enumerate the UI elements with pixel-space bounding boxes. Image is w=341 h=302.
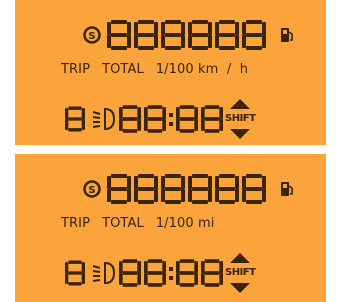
gear-digit bbox=[65, 105, 85, 133]
fuel-pump-icon bbox=[280, 181, 294, 197]
lcd-panel-metric: S TRIP TOTAL 1/100 km / h SHIFT bbox=[15, 0, 326, 145]
seven-seg-digit bbox=[215, 174, 239, 204]
headlight-icon bbox=[91, 105, 117, 133]
seven-seg-digit bbox=[144, 104, 166, 133]
gear-digit bbox=[65, 259, 85, 287]
seven-seg-digit bbox=[161, 174, 185, 204]
odometer-digits bbox=[107, 174, 266, 204]
seven-seg-digit bbox=[201, 258, 223, 287]
seven-seg-digit bbox=[107, 20, 131, 50]
labels-row: TRIP TOTAL 1/100 km / h bbox=[61, 62, 260, 77]
total-label: TOTAL bbox=[102, 216, 144, 231]
speed-s-icon: S bbox=[83, 180, 101, 198]
seven-seg-digit bbox=[242, 20, 266, 50]
speed-s-icon: S bbox=[83, 26, 101, 44]
seven-seg-digit bbox=[144, 258, 166, 287]
seven-seg-digit bbox=[134, 20, 158, 50]
clock-colon bbox=[168, 259, 174, 287]
shift-label: SHIFT bbox=[225, 267, 256, 278]
shift-down-arrow-icon bbox=[230, 278, 251, 297]
seven-seg-digit bbox=[134, 174, 158, 204]
seven-seg-digit bbox=[242, 174, 266, 204]
clock-digits bbox=[119, 104, 223, 133]
shift-down-arrow-icon bbox=[230, 124, 251, 143]
odometer-digits bbox=[107, 20, 266, 50]
seven-seg-digit bbox=[188, 20, 212, 50]
odometer-row: S bbox=[83, 20, 294, 50]
clock-digits bbox=[119, 258, 223, 287]
units-label: 1/100 km / h bbox=[155, 62, 249, 77]
seven-seg-digit bbox=[201, 104, 223, 133]
seven-seg-digit bbox=[215, 20, 239, 50]
gear-clock-row: SHIFT bbox=[65, 248, 256, 297]
svg-text:S: S bbox=[88, 185, 95, 196]
trip-label: TRIP bbox=[61, 216, 91, 231]
seven-seg-digit bbox=[176, 258, 198, 287]
shift-up-arrow-icon bbox=[230, 94, 251, 113]
shift-label: SHIFT bbox=[225, 113, 256, 124]
shift-up-arrow-icon bbox=[230, 248, 251, 267]
seven-seg-digit bbox=[161, 20, 185, 50]
seven-seg-digit bbox=[107, 174, 131, 204]
total-label: TOTAL bbox=[102, 62, 144, 77]
trip-label: TRIP bbox=[61, 62, 91, 77]
seven-seg-digit bbox=[119, 258, 141, 287]
labels-row: TRIP TOTAL 1/100 mi bbox=[61, 216, 226, 231]
fuel-pump-icon bbox=[280, 27, 294, 43]
seven-seg-digit bbox=[188, 174, 212, 204]
headlight-icon bbox=[91, 259, 117, 287]
seven-seg-digit bbox=[119, 104, 141, 133]
odometer-row: S bbox=[83, 174, 294, 204]
shift-indicator: SHIFT bbox=[225, 248, 256, 297]
clock-colon bbox=[168, 105, 174, 133]
gear-clock-row: SHIFT bbox=[65, 94, 256, 143]
svg-text:S: S bbox=[88, 31, 95, 42]
shift-indicator: SHIFT bbox=[225, 94, 256, 143]
seven-seg-digit bbox=[176, 104, 198, 133]
units-label: 1/100 mi bbox=[155, 216, 215, 231]
lcd-panel-imperial: S TRIP TOTAL 1/100 mi SHIFT bbox=[15, 154, 326, 302]
